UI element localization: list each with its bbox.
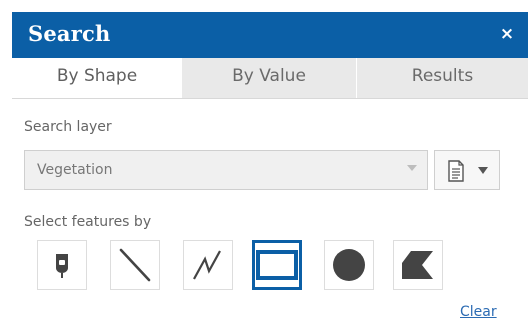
panel-title: Search (28, 21, 111, 46)
extent-tool-button[interactable] (252, 240, 302, 290)
tab-by-shape[interactable]: By Shape (12, 58, 182, 98)
layer-options-button[interactable] (434, 150, 500, 190)
tab-by-value[interactable]: By Value (182, 58, 357, 98)
document-icon (447, 160, 465, 186)
tab-results[interactable]: Results (357, 58, 528, 98)
search-layer-label: Search layer (24, 119, 112, 135)
point-tool-button[interactable] (37, 240, 87, 290)
chevron-down-icon (407, 165, 417, 171)
rectangle-icon (256, 250, 298, 280)
polygon-tool-button[interactable] (393, 240, 443, 290)
tab-bar: By Shape By Value Results (12, 58, 528, 99)
line-icon (119, 248, 151, 282)
pushpin-icon (56, 254, 68, 278)
polyline-icon (193, 250, 221, 280)
dropdown-arrow-icon (478, 167, 488, 174)
select-features-label: Select features by (24, 214, 152, 230)
circle-tool-button[interactable] (324, 240, 374, 290)
polyline-tool-button[interactable] (183, 240, 233, 290)
panel-header: Search × (12, 12, 528, 58)
line-tool-button[interactable] (110, 240, 160, 290)
clear-link[interactable]: Clear (460, 304, 497, 320)
search-layer-select[interactable]: Vegetation (24, 150, 428, 190)
search-layer-value: Vegetation (37, 162, 113, 178)
search-panel: Search × By Shape By Value Results Searc… (0, 0, 530, 330)
circle-icon (333, 249, 365, 281)
polygon-icon (402, 251, 433, 279)
close-icon[interactable]: × (494, 21, 520, 47)
